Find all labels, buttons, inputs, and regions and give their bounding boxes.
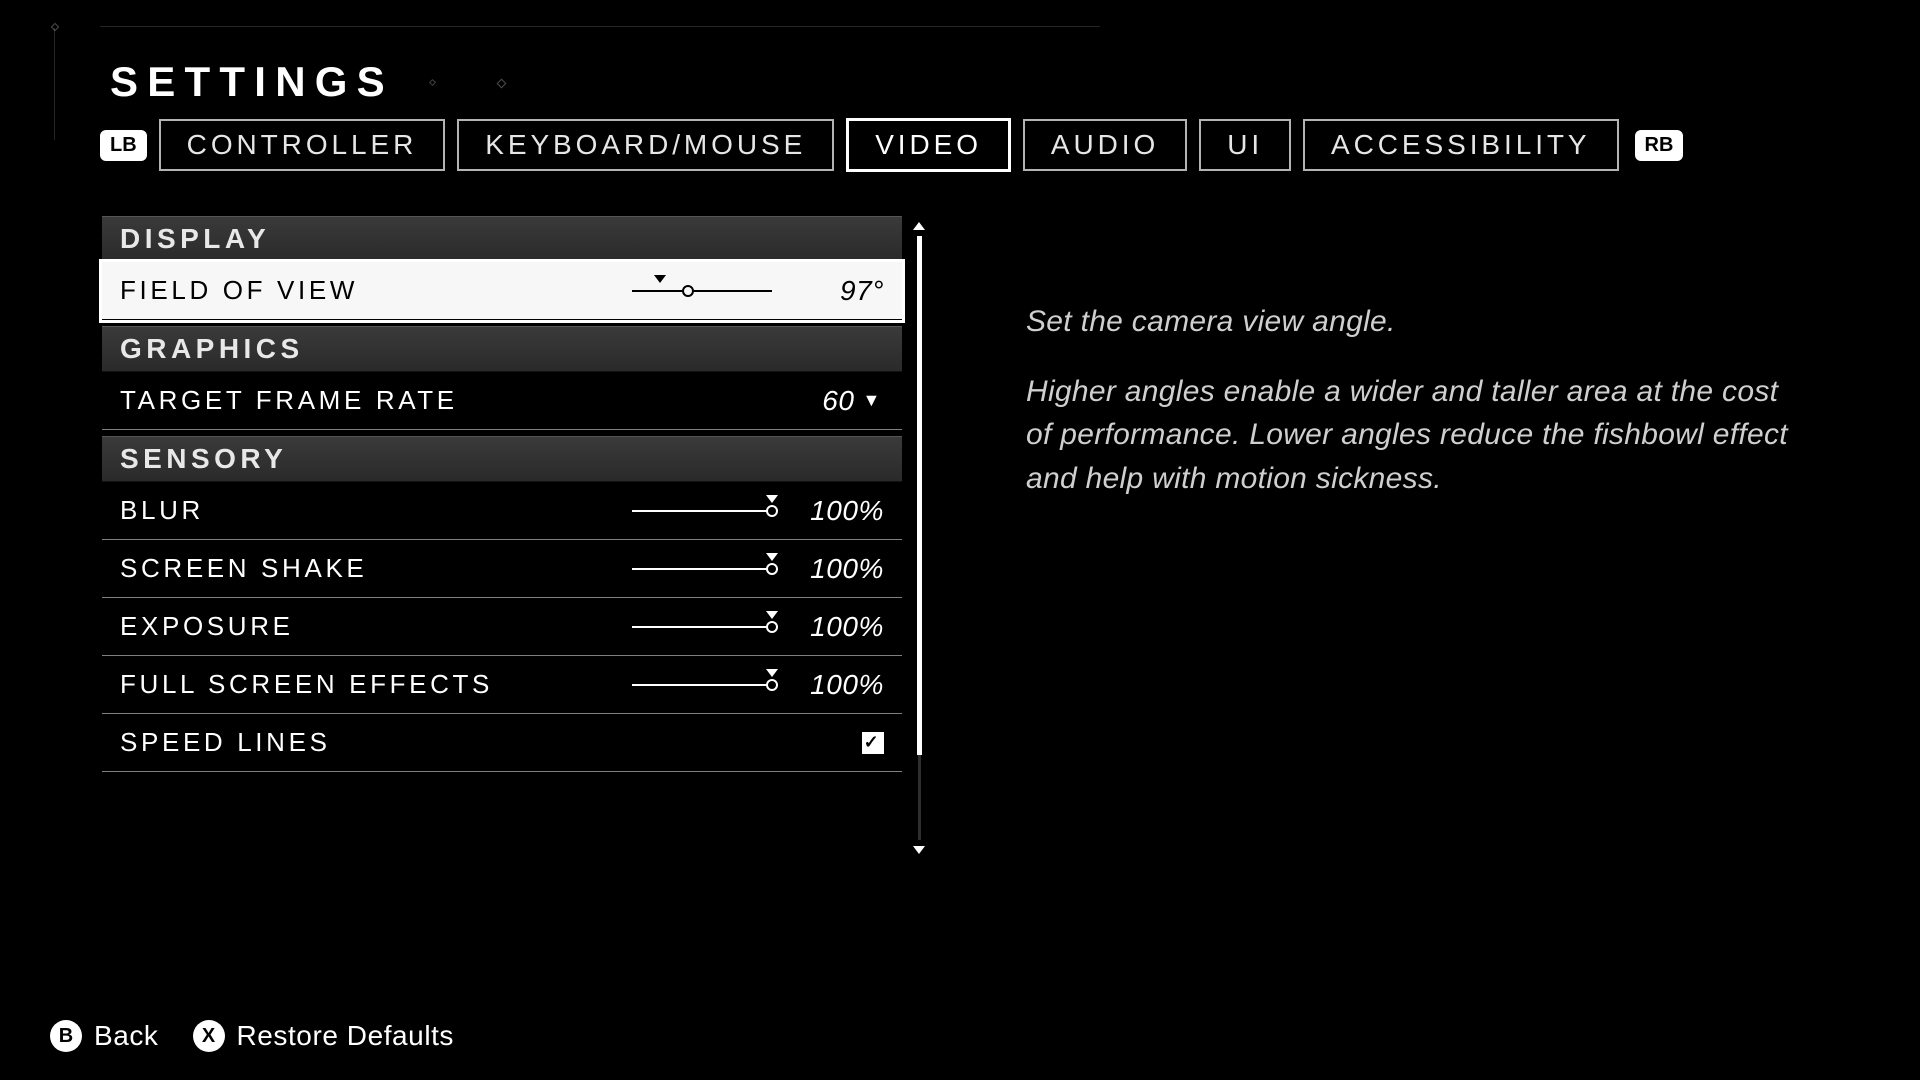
x-button-icon: X bbox=[193, 1020, 225, 1052]
decorative-line bbox=[100, 26, 1100, 27]
tab-controller[interactable]: CONTROLLER bbox=[159, 119, 446, 171]
tab-ui[interactable]: UI bbox=[1199, 119, 1291, 171]
decorative-line bbox=[54, 28, 55, 140]
tab-accessibility[interactable]: ACCESSIBILITY bbox=[1303, 119, 1618, 171]
dropdown-caret-icon: ▼ bbox=[863, 390, 884, 411]
restore-defaults-button[interactable]: X Restore Defaults bbox=[193, 1020, 455, 1052]
lb-bumper-icon: LB bbox=[100, 130, 147, 161]
row-label: SPEED LINES bbox=[120, 727, 331, 758]
tab-bar: LB CONTROLLER KEYBOARD/MOUSE VIDEO AUDIO… bbox=[100, 118, 1683, 172]
tab-keyboard-mouse[interactable]: KEYBOARD/MOUSE bbox=[457, 119, 834, 171]
row-label: TARGET FRAME RATE bbox=[120, 385, 458, 416]
slider-thumb[interactable] bbox=[766, 563, 778, 575]
b-button-icon: B bbox=[50, 1020, 82, 1052]
row-full-screen-effects[interactable]: FULL SCREEN EFFECTS 100% bbox=[102, 656, 902, 714]
section-header-graphics: GRAPHICS bbox=[102, 326, 902, 372]
default-marker-icon bbox=[654, 275, 666, 283]
default-marker-icon bbox=[766, 495, 778, 503]
tab-audio[interactable]: AUDIO bbox=[1023, 119, 1187, 171]
row-label: SCREEN SHAKE bbox=[120, 553, 367, 584]
fov-slider[interactable] bbox=[632, 279, 772, 303]
row-value: 100% bbox=[794, 553, 884, 585]
decorative-dot bbox=[51, 23, 59, 31]
scrollbar[interactable] bbox=[916, 222, 922, 854]
row-value: 100% bbox=[794, 611, 884, 643]
row-label: FULL SCREEN EFFECTS bbox=[120, 669, 493, 700]
slider-track bbox=[632, 510, 772, 512]
row-screen-shake[interactable]: SCREEN SHAKE 100% bbox=[102, 540, 902, 598]
scrollbar-track[interactable] bbox=[918, 236, 921, 840]
footer-label: Back bbox=[94, 1020, 159, 1052]
back-button[interactable]: B Back bbox=[50, 1020, 159, 1052]
row-value: 100% bbox=[794, 669, 884, 701]
slider-track bbox=[632, 626, 772, 628]
tab-video[interactable]: VIDEO bbox=[846, 118, 1011, 172]
row-blur[interactable]: BLUR 100% bbox=[102, 482, 902, 540]
footer-label: Restore Defaults bbox=[237, 1020, 455, 1052]
default-marker-icon bbox=[766, 553, 778, 561]
description-panel: Set the camera view angle. Higher angles… bbox=[1026, 300, 1796, 500]
decorative-dot bbox=[497, 79, 507, 89]
description-line: Set the camera view angle. bbox=[1026, 300, 1796, 344]
blur-slider[interactable] bbox=[632, 499, 772, 523]
row-exposure[interactable]: EXPOSURE 100% bbox=[102, 598, 902, 656]
scroll-up-icon[interactable] bbox=[913, 222, 925, 230]
section-header-sensory: SENSORY bbox=[102, 436, 902, 482]
slider-thumb[interactable] bbox=[766, 679, 778, 691]
exposure-slider[interactable] bbox=[632, 615, 772, 639]
slider-thumb[interactable] bbox=[766, 621, 778, 633]
row-value: 60 bbox=[765, 385, 855, 417]
row-speed-lines[interactable]: SPEED LINES ✓ bbox=[102, 714, 902, 772]
decorative-dot bbox=[429, 79, 436, 86]
default-marker-icon bbox=[766, 611, 778, 619]
row-label: EXPOSURE bbox=[120, 611, 294, 642]
description-line: Higher angles enable a wider and taller … bbox=[1026, 370, 1796, 501]
scroll-down-icon[interactable] bbox=[913, 846, 925, 854]
full-screen-effects-slider[interactable] bbox=[632, 673, 772, 697]
row-label: FIELD OF VIEW bbox=[120, 275, 358, 306]
settings-panel: DISPLAY FIELD OF VIEW 97° GRAPHICS TARGE… bbox=[102, 216, 902, 772]
row-field-of-view[interactable]: FIELD OF VIEW 97° bbox=[102, 262, 902, 320]
row-value: 100% bbox=[794, 495, 884, 527]
slider-track bbox=[632, 290, 772, 292]
row-value: 97° bbox=[794, 275, 884, 307]
slider-track bbox=[632, 568, 772, 570]
slider-thumb[interactable] bbox=[682, 285, 694, 297]
rb-bumper-icon: RB bbox=[1635, 130, 1684, 161]
row-label: BLUR bbox=[120, 495, 204, 526]
footer-actions: B Back X Restore Defaults bbox=[50, 1020, 454, 1052]
default-marker-icon bbox=[766, 669, 778, 677]
scrollbar-thumb[interactable] bbox=[917, 236, 922, 755]
screen-shake-slider[interactable] bbox=[632, 557, 772, 581]
row-target-frame-rate[interactable]: TARGET FRAME RATE 60 ▼ bbox=[102, 372, 902, 430]
page-title: SETTINGS bbox=[110, 58, 394, 106]
speed-lines-checkbox[interactable]: ✓ bbox=[862, 732, 884, 754]
slider-track bbox=[632, 684, 772, 686]
slider-thumb[interactable] bbox=[766, 505, 778, 517]
section-header-display: DISPLAY bbox=[102, 216, 902, 262]
